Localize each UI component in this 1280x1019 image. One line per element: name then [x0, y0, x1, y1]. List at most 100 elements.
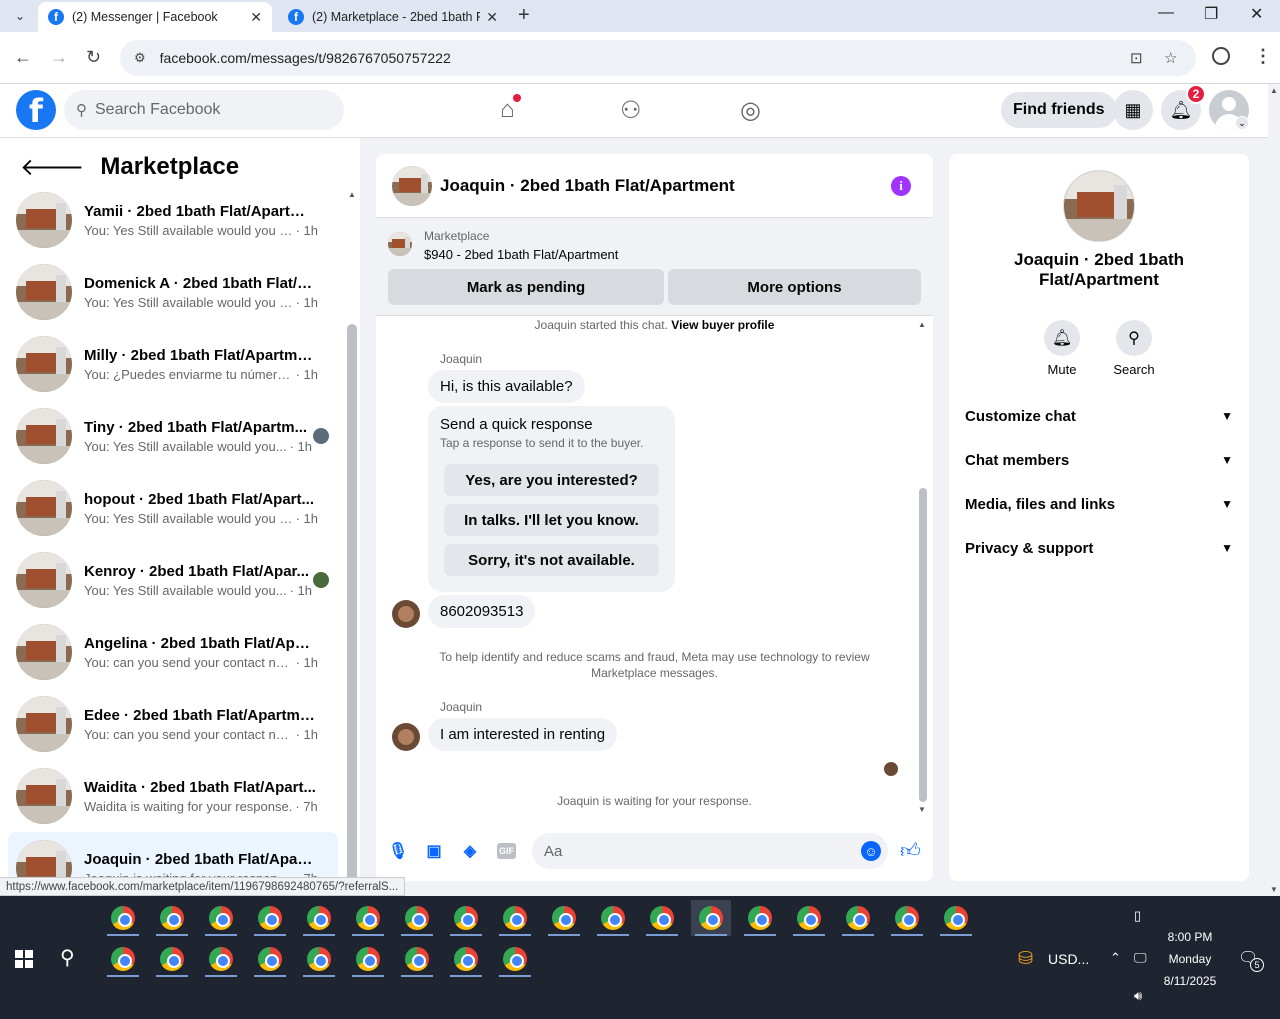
more-options-button[interactable]: More options: [668, 269, 921, 305]
privacy-support-section[interactable]: Privacy & support ▼: [965, 533, 1233, 563]
mark-as-pending-button[interactable]: Mark as pending: [388, 269, 664, 305]
chat-members-section[interactable]: Chat members ▼: [965, 445, 1233, 475]
quick-reply-button[interactable]: Sorry, it's not available.: [444, 544, 659, 576]
conversation-item[interactable]: Tiny · 2bed 1bath Flat/Apartm... You: Ye…: [8, 400, 338, 472]
conversation-item[interactable]: Kenroy · 2bed 1bath Flat/Apar... You: Ye…: [8, 544, 338, 616]
chrome-profile-icon[interactable]: [152, 941, 192, 977]
chrome-profile-icon[interactable]: [691, 900, 731, 936]
back-arrow-icon[interactable]: 🡐: [20, 152, 84, 182]
groups-icon[interactable]: ◎: [740, 96, 761, 125]
forward-arrow-icon[interactable]: →: [50, 47, 68, 68]
microphone-icon[interactable]: 🎙︎: [388, 841, 408, 861]
bookmark-star-icon[interactable]: ☆: [1164, 49, 1177, 67]
listing-thumbnail[interactable]: [1063, 170, 1135, 242]
buyer-avatar[interactable]: [392, 723, 420, 751]
gif-icon[interactable]: GIF: [497, 843, 516, 859]
windows-start-icon[interactable]: [15, 950, 33, 968]
chrome-profile-icon[interactable]: [152, 900, 192, 936]
chrome-profile-icon[interactable]: [838, 900, 878, 936]
chrome-profile-icon[interactable]: [348, 941, 388, 977]
close-tab-icon[interactable]: ✕: [250, 9, 262, 26]
chrome-profile-icon[interactable]: [446, 941, 486, 977]
info-icon[interactable]: i: [891, 176, 911, 196]
chrome-profile-icon[interactable]: [250, 941, 290, 977]
chrome-profile-icon[interactable]: [887, 900, 927, 936]
scroll-down-arrow-icon[interactable]: ▼: [918, 805, 926, 814]
chrome-profile-icon[interactable]: [397, 900, 437, 936]
tray-chevron-up-icon[interactable]: ⌃: [1110, 950, 1121, 966]
close-window-icon[interactable]: ✕: [1250, 4, 1263, 24]
chrome-profile-icon[interactable]: [495, 941, 535, 977]
search-button[interactable]: ⚲ Search: [1104, 320, 1164, 377]
message-input[interactable]: [544, 842, 844, 860]
currency-widget-label[interactable]: USD...: [1048, 951, 1089, 967]
notification-center-icon[interactable]: 🗨︎ 5: [1238, 948, 1264, 972]
chrome-profile-icon[interactable]: [789, 900, 829, 936]
conversation-item[interactable]: Domenick A · 2bed 1bath Flat/A... You: Y…: [8, 256, 338, 328]
conversation-item[interactable]: Waidita · 2bed 1bath Flat/Apart... Waidi…: [8, 760, 338, 832]
network-icon[interactable]: 🖵︎: [1134, 950, 1147, 966]
conversation-list-scrollbar[interactable]: ▲: [347, 184, 357, 896]
conversation-item[interactable]: Milly · 2bed 1bath Flat/Apartment You: ¿…: [8, 328, 338, 400]
browser-profile-icon[interactable]: [1212, 47, 1230, 65]
home-icon[interactable]: ⌂: [500, 94, 521, 124]
minimize-icon[interactable]: —: [1158, 4, 1174, 22]
conversation-item[interactable]: hopout · 2bed 1bath Flat/Apart... You: Y…: [8, 472, 338, 544]
chrome-profile-icon[interactable]: [397, 941, 437, 977]
reload-icon[interactable]: ↻: [86, 47, 101, 68]
bell-icon[interactable]: 🔔︎: [1044, 320, 1080, 356]
taskbar-search-icon[interactable]: ⚲: [60, 945, 75, 970]
url-bar[interactable]: ⚙ facebook.com/messages/t/98267670507572…: [120, 40, 1196, 76]
tray-device-icon[interactable]: ▯: [1134, 908, 1141, 924]
scrollbar-thumb[interactable]: [347, 324, 357, 896]
chat-title[interactable]: Joaquin · 2bed 1bath Flat/Apartment: [440, 176, 735, 196]
new-tab-icon[interactable]: +: [518, 4, 530, 27]
browser-menu-icon[interactable]: ⋮: [1254, 46, 1272, 67]
chrome-profile-icon[interactable]: [201, 941, 241, 977]
chrome-profile-icon[interactable]: [446, 900, 486, 936]
volume-icon[interactable]: 🔊︎: [1134, 988, 1142, 1004]
scroll-down-arrow-icon[interactable]: ▼: [1270, 885, 1278, 894]
chat-scrollbar[interactable]: ▲ ▼: [918, 316, 928, 814]
chrome-profile-icon[interactable]: [495, 900, 535, 936]
chrome-profile-icon[interactable]: [936, 900, 976, 936]
account-chevron-down-icon[interactable]: ⌄: [1235, 116, 1249, 130]
page-scrollbar[interactable]: ▲ ▼: [1268, 84, 1280, 896]
photo-icon[interactable]: ▣: [424, 841, 444, 861]
chrome-profile-icon[interactable]: [348, 900, 388, 936]
chrome-profile-icon[interactable]: [201, 900, 241, 936]
quick-reply-button[interactable]: In talks. I'll let you know.: [444, 504, 659, 536]
media-files-links-section[interactable]: Media, files and links ▼: [965, 489, 1233, 519]
tab-marketplace[interactable]: f (2) Marketplace - 2bed 1bath Flat/Apar…: [278, 2, 508, 32]
buyer-avatar[interactable]: [392, 600, 420, 628]
scroll-up-arrow-icon[interactable]: ▲: [348, 190, 356, 199]
sticker-icon[interactable]: ◈: [460, 841, 480, 861]
find-friends-button[interactable]: Find friends: [1001, 92, 1117, 128]
chrome-profile-icon[interactable]: [740, 900, 780, 936]
friends-icon[interactable]: ⚇: [620, 96, 642, 125]
quick-reply-button[interactable]: Yes, are you interested?: [444, 464, 659, 496]
emoji-icon[interactable]: ☺: [861, 841, 881, 861]
site-info-icon[interactable]: ⚙: [134, 50, 146, 66]
conversation-item[interactable]: Edee · 2bed 1bath Flat/Apartment You: ca…: [8, 688, 338, 760]
close-tab-icon[interactable]: ✕: [486, 9, 498, 26]
conversation-item[interactable]: Angelina · 2bed 1bath Flat/Apart... You:…: [8, 616, 338, 688]
mute-button[interactable]: 🔔︎ Mute: [1032, 320, 1092, 377]
message-input-box[interactable]: [532, 833, 888, 869]
tab-search-chevron-icon[interactable]: ⌄: [8, 5, 32, 27]
menu-grid-icon[interactable]: ▦: [1113, 90, 1153, 130]
chrome-profile-icon[interactable]: [642, 900, 682, 936]
taskbar-app-icon[interactable]: [103, 900, 143, 936]
currency-widget-icon[interactable]: ⛁: [1018, 948, 1033, 969]
chrome-profile-icon[interactable]: [593, 900, 633, 936]
scroll-up-arrow-icon[interactable]: ▲: [1270, 86, 1278, 95]
facebook-search-box[interactable]: ⚲: [64, 90, 344, 130]
scrollbar-thumb[interactable]: [919, 488, 927, 802]
customize-chat-section[interactable]: Customize chat ▼: [965, 401, 1233, 431]
chrome-profile-icon[interactable]: [544, 900, 584, 936]
thumbs-up-icon[interactable]: 👍︎: [900, 839, 921, 863]
back-arrow-icon[interactable]: ←: [14, 47, 32, 68]
chrome-profile-icon[interactable]: [103, 941, 143, 977]
listing-thumbnail[interactable]: [392, 165, 432, 206]
maximize-icon[interactable]: ❐: [1204, 4, 1218, 24]
